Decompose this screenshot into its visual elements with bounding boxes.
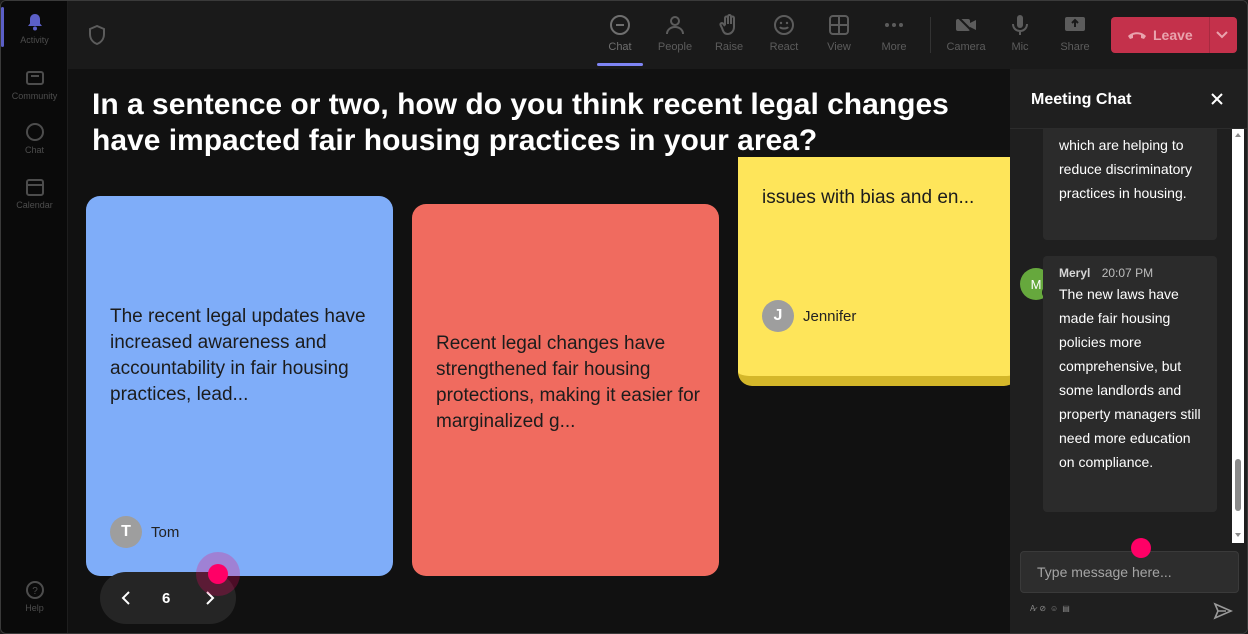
response-card[interactable]: issues with bias and en... J Jennifer bbox=[738, 157, 1010, 386]
author-name: Tom bbox=[151, 523, 180, 541]
toolbar-people-button[interactable]: People bbox=[650, 9, 700, 63]
chevron-down-icon[interactable] bbox=[1215, 29, 1229, 41]
card-author: T Tom bbox=[110, 516, 179, 548]
camera-off-icon bbox=[956, 15, 976, 35]
format-toolbar: A̷ ⊘ ☺ ▤ bbox=[1030, 604, 1070, 613]
card-text: issues with bias and en... bbox=[762, 187, 975, 208]
rail-item-help[interactable]: ? Help bbox=[1, 579, 68, 613]
send-icon[interactable] bbox=[1213, 601, 1233, 621]
people-icon bbox=[666, 16, 684, 35]
message-text: The new laws have made fair housing poli… bbox=[1059, 286, 1201, 470]
calendar-icon bbox=[25, 179, 44, 196]
svg-text:?: ? bbox=[32, 586, 38, 597]
toolbar-view-button[interactable]: View bbox=[814, 9, 864, 63]
close-icon[interactable] bbox=[1209, 91, 1225, 107]
rail-item-chat[interactable]: Chat bbox=[1, 121, 68, 155]
format-icon[interactable]: A̷ bbox=[1030, 604, 1035, 613]
more-icon bbox=[885, 23, 903, 27]
chat-scrollbar[interactable] bbox=[1232, 129, 1244, 543]
card-text: Recent legal changes have strengthened f… bbox=[436, 333, 701, 432]
attach-icon[interactable]: ⊘ bbox=[1039, 604, 1046, 613]
active-tab-indicator bbox=[597, 63, 643, 66]
emoji-icon[interactable]: ☺ bbox=[1050, 604, 1058, 613]
help-icon: ? bbox=[25, 581, 44, 599]
message-text: which are helping to reduce discriminato… bbox=[1059, 137, 1193, 201]
share-screen-icon bbox=[1065, 17, 1085, 31]
toolbar-label: View bbox=[827, 41, 851, 53]
toolbar-mic-button[interactable]: Mic bbox=[995, 9, 1045, 63]
toolbar-label: Share bbox=[1060, 41, 1090, 53]
avatar: J bbox=[762, 300, 794, 332]
chat-message: which are helping to reduce discriminato… bbox=[1043, 129, 1217, 240]
sender-name: Meryl bbox=[1059, 266, 1091, 280]
cursor-pointer bbox=[208, 564, 228, 584]
toolbar-label: Mic bbox=[1011, 41, 1029, 53]
toolbar-separator bbox=[930, 17, 931, 53]
chat-icon bbox=[610, 15, 630, 35]
toolbar-label: People bbox=[657, 41, 693, 53]
leave-label: Leave bbox=[1153, 27, 1193, 43]
toolbar-share-button[interactable]: Share bbox=[1050, 9, 1100, 63]
toolbar-react-button[interactable]: React bbox=[759, 9, 809, 63]
smiley-icon bbox=[774, 15, 794, 35]
toolbar-chat-button[interactable]: Chat bbox=[595, 9, 645, 63]
card-author: J Jennifer bbox=[762, 300, 856, 332]
toolbar-label: React bbox=[769, 41, 799, 53]
message-meta: Meryl 20:07 PM bbox=[1059, 264, 1201, 282]
leave-button[interactable]: Leave bbox=[1111, 17, 1237, 53]
hand-icon bbox=[719, 14, 735, 36]
rail-item-label: Activity bbox=[20, 35, 49, 45]
shield-icon bbox=[89, 25, 105, 45]
leave-divider bbox=[1209, 17, 1210, 53]
chevron-left-icon[interactable] bbox=[116, 588, 136, 608]
rail-item-label: Community bbox=[11, 91, 58, 101]
chat-message-list[interactable]: which are helping to reduce discriminato… bbox=[1010, 129, 1247, 543]
chat-message: Meryl 20:07 PM The new laws have made fa… bbox=[1043, 256, 1217, 512]
response-card[interactable]: Recent legal changes have strengthened f… bbox=[412, 204, 719, 576]
chat-message-input[interactable] bbox=[1020, 551, 1239, 593]
toolbar-camera-button[interactable]: Camera bbox=[941, 9, 991, 63]
bell-icon bbox=[27, 14, 42, 31]
toolbar-label: More bbox=[881, 41, 907, 53]
presentation-stage: In a sentence or two, how do you think r… bbox=[68, 69, 1010, 633]
toolbar-label: Raise bbox=[714, 41, 744, 53]
cursor-pointer bbox=[1131, 538, 1151, 558]
message-time: 20:07 PM bbox=[1101, 266, 1154, 280]
scroll-down-arrow[interactable] bbox=[1235, 533, 1241, 537]
card-text: The recent legal updates have increased … bbox=[110, 306, 366, 405]
app-rail: Activity Community Chat Calendar ? Help bbox=[1, 1, 68, 633]
rail-item-label: Help bbox=[25, 603, 44, 613]
grid-icon bbox=[829, 15, 849, 35]
chat-title: Meeting Chat bbox=[1031, 91, 1132, 108]
meeting-toolbar: Chat People Raise React View More Camera bbox=[68, 1, 1247, 69]
community-icon bbox=[25, 71, 44, 85]
rail-item-calendar[interactable]: Calendar bbox=[1, 176, 68, 210]
meeting-window: Activity Community Chat Calendar ? Help … bbox=[0, 0, 1248, 634]
chat-header: Meeting Chat bbox=[1010, 69, 1247, 129]
scrollbar-thumb[interactable] bbox=[1235, 459, 1241, 511]
response-card[interactable]: The recent legal updates have increased … bbox=[86, 196, 393, 576]
hang-up-icon bbox=[1128, 32, 1146, 39]
rail-item-label: Calendar bbox=[16, 200, 53, 210]
scroll-up-arrow[interactable] bbox=[1235, 133, 1241, 137]
gif-icon[interactable]: ▤ bbox=[1062, 604, 1070, 613]
avatar: T bbox=[110, 516, 142, 548]
meeting-chat-panel: Meeting Chat which are helping to reduce… bbox=[1010, 69, 1247, 633]
toolbar-raise-button[interactable]: Raise bbox=[704, 9, 754, 63]
chat-icon bbox=[25, 123, 44, 141]
page-number: 6 bbox=[162, 590, 171, 607]
microphone-icon bbox=[1012, 15, 1028, 35]
toolbar-label: Chat bbox=[608, 41, 632, 53]
rail-item-activity[interactable]: Activity bbox=[1, 11, 68, 45]
question-title: In a sentence or two, how do you think r… bbox=[92, 88, 949, 157]
rail-item-community[interactable]: Community bbox=[1, 67, 68, 101]
author-name: Jennifer bbox=[803, 307, 857, 325]
rail-item-label: Chat bbox=[24, 145, 44, 155]
toolbar-more-button[interactable]: More bbox=[869, 9, 919, 63]
toolbar-label: Camera bbox=[946, 41, 986, 53]
